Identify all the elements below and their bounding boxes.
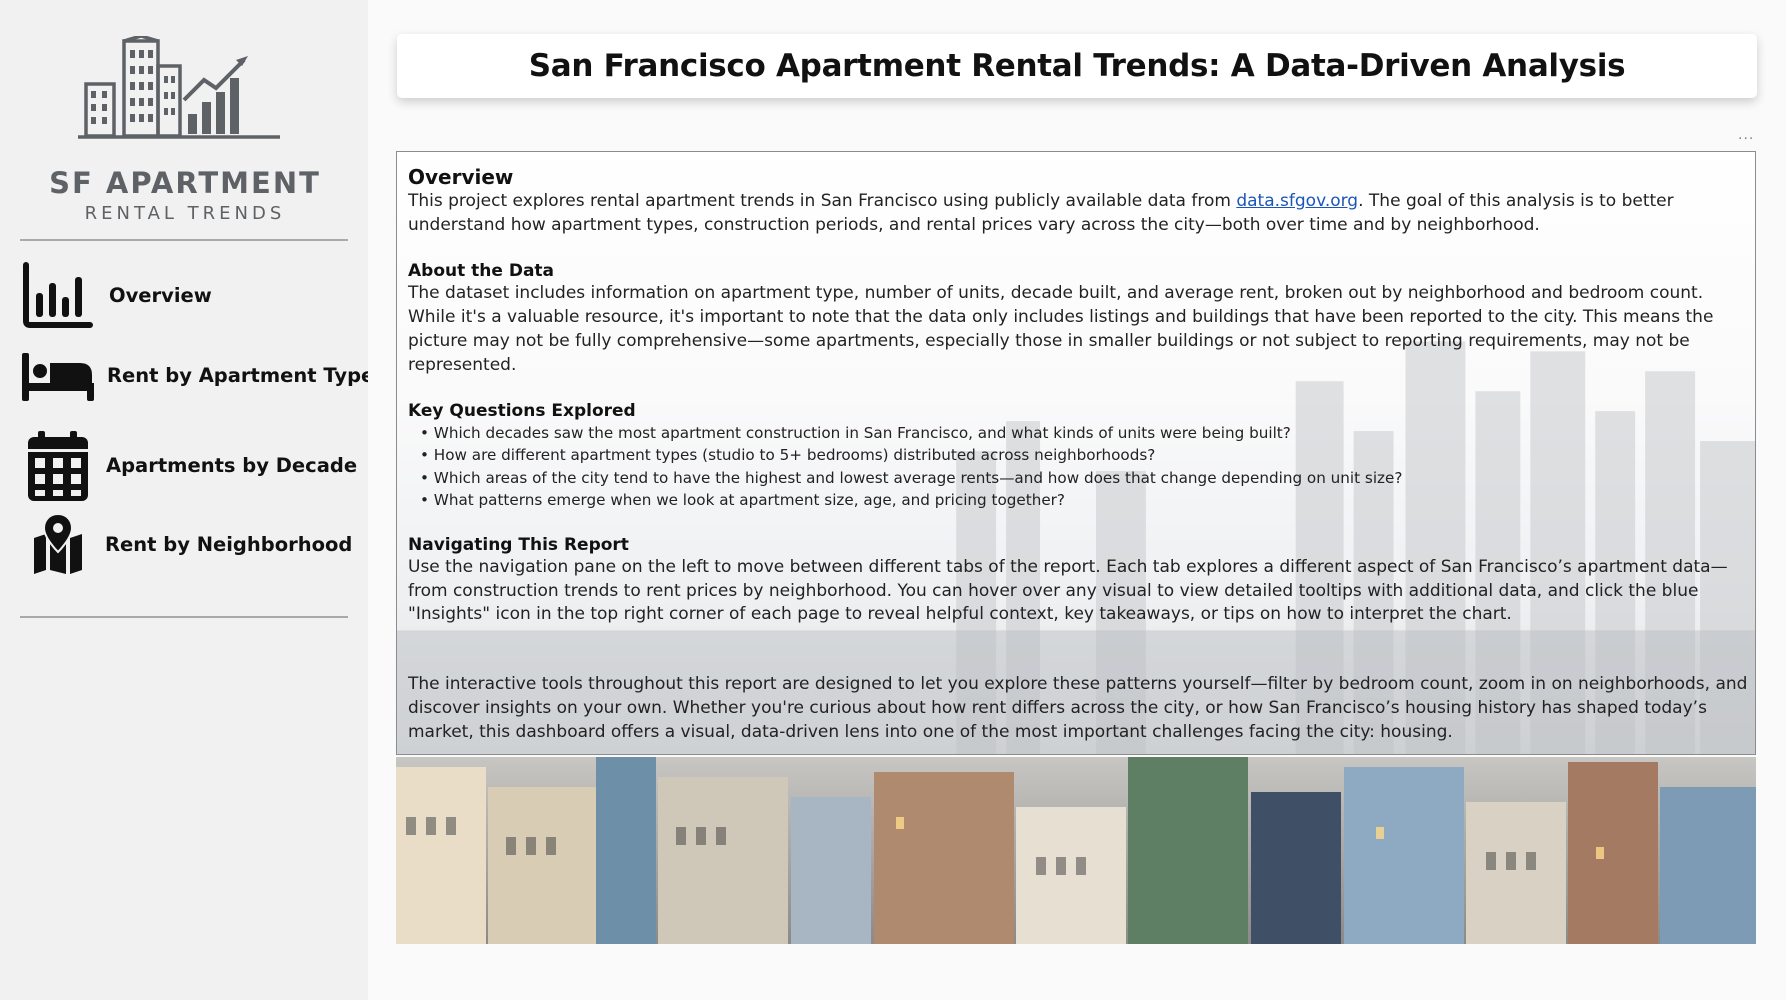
nav-label-overview: Overview <box>109 284 212 307</box>
bar-chart-icon <box>23 262 93 328</box>
list-item: Which areas of the city tend to have the… <box>420 467 1748 489</box>
nav-label-rent-by-neighborhood: Rent by Neighborhood <box>105 533 353 556</box>
key-questions-heading: Key Questions Explored <box>408 401 636 422</box>
sidebar-divider <box>20 239 348 241</box>
navigating-paragraph: Use the navigation pane on the left to m… <box>408 557 1728 625</box>
data-sfgov-link[interactable]: data.sfgov.org <box>1236 191 1358 211</box>
list-item: What patterns emerge when we look at apa… <box>420 489 1748 511</box>
nav-label-apartments-by-decade: Apartments by Decade <box>106 454 358 477</box>
nav-item-apartments-by-decade[interactable]: Apartments by Decade <box>20 429 357 503</box>
list-item: Which decades saw the most apartment con… <box>420 422 1748 444</box>
sidebar: SF APARTMENT RENTAL TRENDS Overview Rent… <box>0 0 374 1000</box>
report-canvas: San Francisco Apartment Rental Trends: A… <box>368 0 1786 1000</box>
nav-item-rent-by-neighborhood[interactable]: Rent by Neighborhood <box>20 508 353 582</box>
overview-paragraph: This project explores rental apartment t… <box>408 190 1748 237</box>
bed-icon <box>22 353 94 401</box>
navigating-heading: Navigating This Report <box>408 535 629 556</box>
closing-paragraph: The interactive tools throughout this re… <box>408 674 1748 742</box>
logo-subtitle: RENTAL TRENDS <box>84 203 286 224</box>
city-photo-image <box>396 757 1756 944</box>
about-data-paragraph: The dataset includes information on apar… <box>408 283 1714 375</box>
nav-item-overview[interactable]: Overview <box>20 259 350 333</box>
nav-item-rent-by-apartment-type[interactable]: Rent by Apartment Type <box>20 339 374 413</box>
page-title: San Francisco Apartment Rental Trends: A… <box>528 48 1626 84</box>
overview-text-part1: This project explores rental apartment t… <box>408 191 1237 211</box>
overview-text: Overview This project explores rental ap… <box>408 164 1748 744</box>
nav-label-rent-by-apartment-type: Rent by Apartment Type <box>107 364 375 387</box>
key-questions-list: Which decades saw the most apartment con… <box>408 422 1748 511</box>
app-logo: SF APARTMENT RENTAL TRENDS <box>40 36 330 231</box>
logo-title: SF APARTMENT <box>49 166 321 200</box>
more-options-button[interactable]: ... <box>1738 126 1754 144</box>
map-pin-icon <box>34 512 82 574</box>
about-data-heading: About the Data <box>408 261 555 282</box>
rooftops-photo <box>396 757 1756 944</box>
overview-text-card: Overview This project explores rental ap… <box>396 151 1756 755</box>
buildings-logo-icon <box>78 36 280 139</box>
sidebar-divider-bottom <box>20 616 348 618</box>
title-card: San Francisco Apartment Rental Trends: A… <box>397 34 1757 98</box>
overview-heading: Overview <box>408 165 514 189</box>
list-item: How are different apartment types (studi… <box>420 444 1748 466</box>
calendar-icon <box>28 431 88 501</box>
